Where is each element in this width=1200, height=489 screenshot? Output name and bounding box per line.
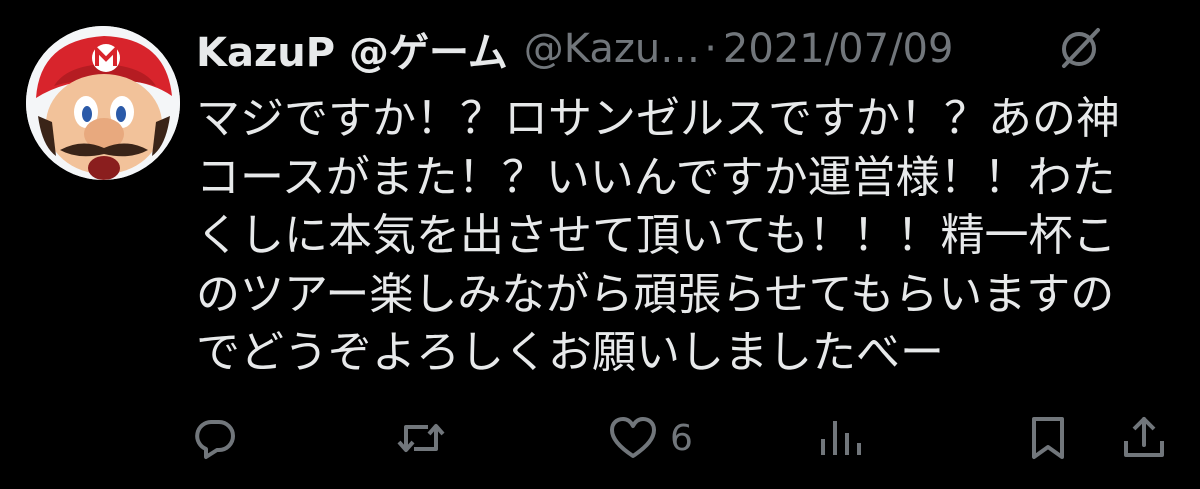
- share-button[interactable]: [1122, 414, 1166, 462]
- tweet-text: マジですか！？ロサンゼルスですか！？あの神 コースがまた！？いいんですか運営様！…: [196, 90, 1156, 383]
- retweet-button[interactable]: [396, 414, 446, 462]
- tweet-date[interactable]: 2021/07/09: [723, 26, 954, 72]
- like-count: 6: [670, 417, 693, 459]
- tweet-text-line: くしに本気を出させて頂いても！！！精一杯こ: [196, 210, 1117, 261]
- user-handle[interactable]: @Kazu…: [524, 26, 700, 72]
- like-button[interactable]: 6: [608, 414, 693, 462]
- tweet-header: KazuP @ゲーム @Kazu… · 2021/07/09: [196, 22, 1056, 76]
- grok-icon[interactable]: [1058, 26, 1102, 70]
- avatar-image: [26, 26, 180, 180]
- views-button[interactable]: [818, 414, 862, 462]
- tweet-text-line: コースがまた！？いいんですか運営様！！わた: [196, 151, 1116, 203]
- tweet-text-line: マジですか！？ロサンゼルスですか！？あの神: [196, 93, 1120, 144]
- share-icon: [1124, 417, 1164, 457]
- retweet-icon: [397, 424, 445, 452]
- tweet-text-line: のツアー楽しみながら頑張らせてもらいますの: [196, 268, 1115, 320]
- reply-button[interactable]: [192, 414, 238, 462]
- tweet-text-line: でどうぞよろしくお願いしましたべー: [196, 327, 944, 378]
- reply-icon: [195, 420, 235, 459]
- bookmark-button[interactable]: [1028, 414, 1068, 462]
- heart-icon: [610, 417, 656, 458]
- views-icon: [821, 421, 861, 455]
- separator-dot: ·: [704, 26, 717, 72]
- action-bar: 6: [0, 410, 1200, 466]
- bookmark-icon: [1032, 417, 1064, 459]
- display-name[interactable]: KazuP @ゲーム: [196, 20, 508, 78]
- avatar[interactable]: [26, 26, 180, 180]
